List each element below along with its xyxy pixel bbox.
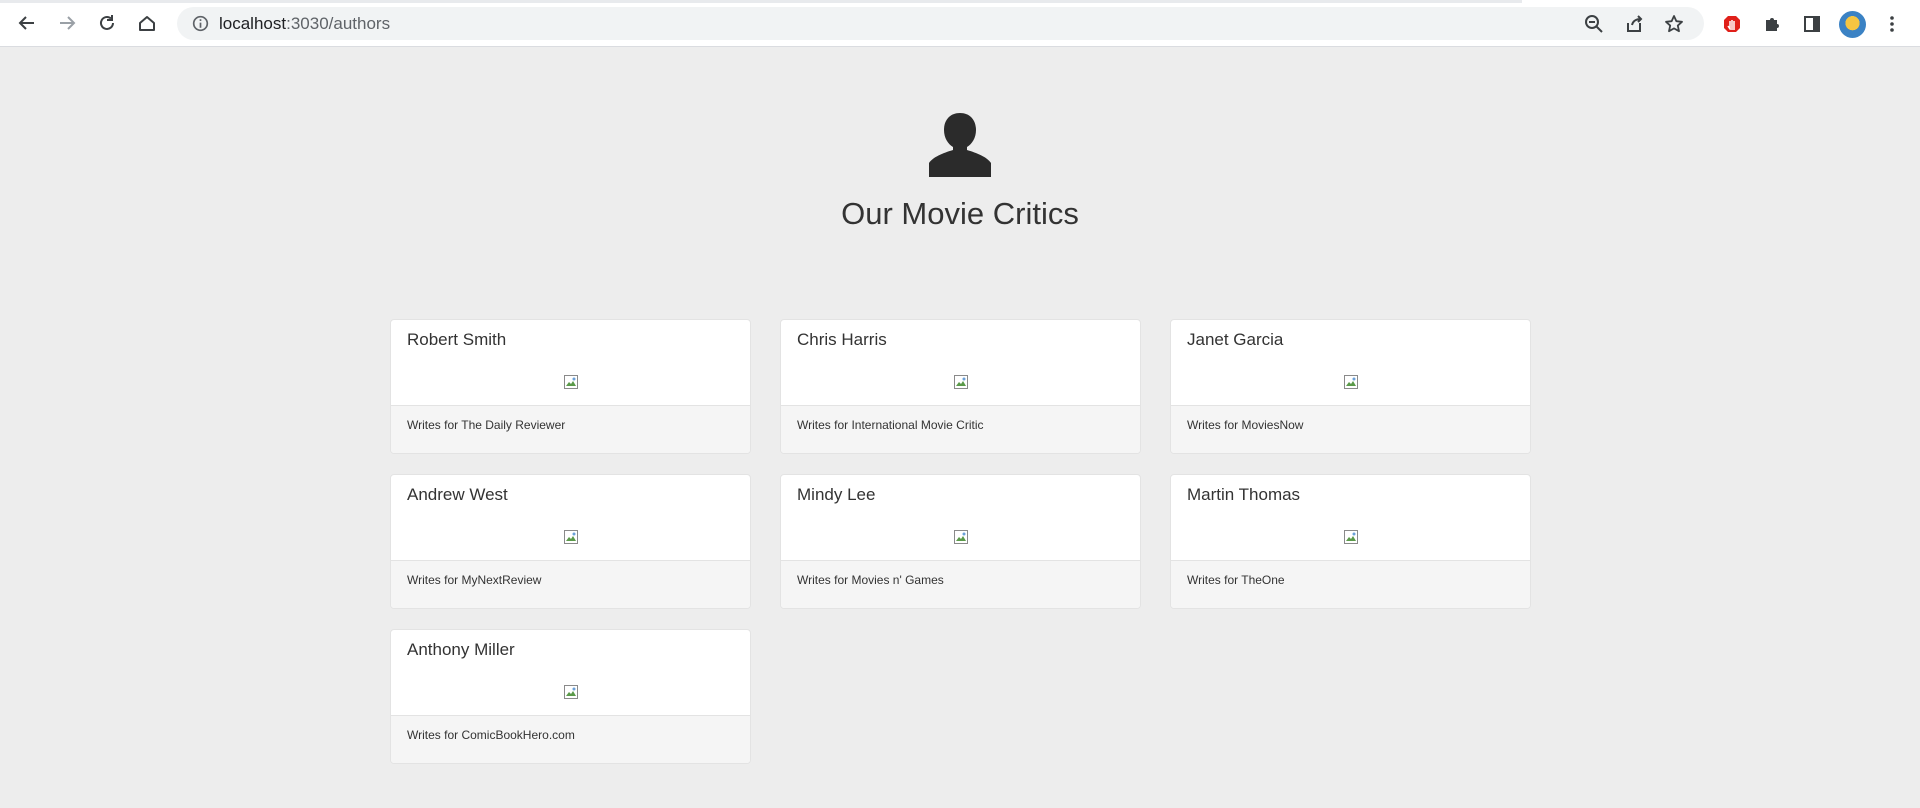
critic-name: Robert Smith [407,330,507,349]
url-path: :3030/authors [286,13,391,33]
critic-publication: Writes for TheOne [1171,560,1530,608]
broken-image-icon [564,685,578,699]
user-icon [929,113,991,177]
url-text[interactable]: localhost:3030/authors [219,14,390,34]
side-panel-icon [1804,16,1820,32]
critic-publication: Writes for MoviesNow [1171,405,1530,453]
critic-card[interactable]: Robert Smith Writes for The Daily Review… [390,319,751,454]
critic-publication: Writes for MyNextReview [391,560,750,608]
hero-section: Our Movie Critics [0,113,1920,232]
site-info-icon[interactable] [183,7,217,40]
critic-card[interactable]: Janet Garcia Writes for MoviesNow [1170,319,1531,454]
broken-image-icon [954,375,968,389]
critic-card[interactable]: Martin Thomas Writes for TheOne [1170,474,1531,609]
critic-publication: Writes for ComicBookHero.com [391,715,750,763]
share-button[interactable] [1614,7,1654,40]
zoom-button[interactable] [1574,7,1614,40]
bookmark-button[interactable] [1654,7,1694,40]
zoom-out-icon [1585,14,1603,33]
arrow-right-icon [60,16,76,30]
star-icon [1665,14,1683,32]
broken-image-icon [954,530,968,544]
critic-card[interactable]: Anthony Miller Writes for ComicBookHero.… [390,629,751,764]
more-vertical-icon [1890,16,1894,32]
critic-name: Martin Thomas [1187,485,1301,504]
reload-icon [100,15,114,30]
navigation-buttons [7,3,167,43]
extensions-area [1712,4,1912,44]
side-panel-button[interactable] [1792,4,1832,44]
adblock-hand-icon [1724,16,1740,32]
home-button[interactable] [127,3,167,43]
address-bar[interactable]: localhost:3030/authors [177,7,1704,40]
share-icon [1627,14,1643,32]
loading-indicator [0,0,1522,3]
avatar [1838,10,1866,38]
critic-name: Anthony Miller [407,640,515,659]
page-title: Our Movie Critics [841,196,1079,231]
url-host: localhost [219,13,287,33]
critic-card[interactable]: Chris Harris Writes for International Mo… [780,319,1141,454]
adblock-extension-button[interactable] [1712,4,1752,44]
critic-name: Andrew West [407,485,508,504]
back-button[interactable] [7,3,47,43]
menu-button[interactable] [1872,4,1912,44]
critic-name: Janet Garcia [1187,330,1284,349]
browser-toolbar: localhost:3030/authors [0,0,1920,47]
broken-image-icon [1344,530,1358,544]
puzzle-icon [1766,18,1779,31]
profile-button[interactable] [1832,4,1872,44]
broken-image-icon [564,530,578,544]
critic-publication: Writes for Movies n' Games [781,560,1140,608]
critic-publication: Writes for International Movie Critic [781,405,1140,453]
critic-card[interactable]: Andrew West Writes for MyNextReview [390,474,751,609]
critic-name: Mindy Lee [797,485,876,504]
critics-grid: Robert Smith Writes for The Daily Review… [390,319,1531,764]
reload-button[interactable] [87,3,127,43]
extensions-button[interactable] [1752,4,1792,44]
forward-button[interactable] [47,3,87,43]
page-content: Our Movie Critics Robert Smith Writes fo… [0,48,1920,808]
broken-image-icon [1344,375,1358,389]
critic-card[interactable]: Mindy Lee Writes for Movies n' Games [780,474,1141,609]
arrow-left-icon [18,16,34,30]
critic-name: Chris Harris [797,330,887,349]
broken-image-icon [564,375,578,389]
critic-publication: Writes for The Daily Reviewer [391,405,750,453]
home-icon [139,16,155,31]
